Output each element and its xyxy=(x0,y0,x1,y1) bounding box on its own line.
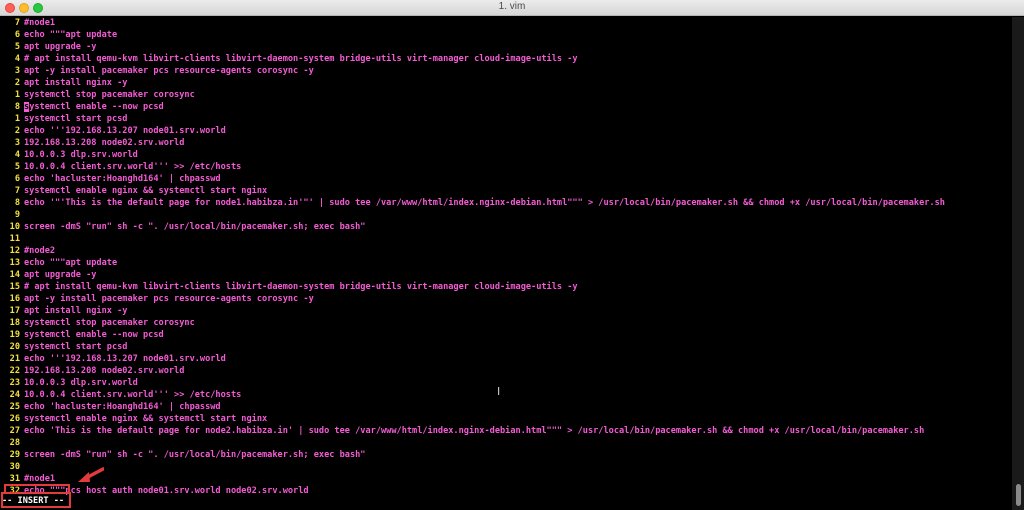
line-number: 25 xyxy=(9,402,20,412)
line-number: 2 xyxy=(14,126,20,136)
line-text[interactable]: # apt install qemu-kvm libvirt-clients l… xyxy=(24,281,578,293)
line-number: 6 xyxy=(14,174,20,184)
line-number: 8 xyxy=(14,102,20,112)
insert-mode-highlight-box xyxy=(1,492,71,508)
line-number: 15 xyxy=(9,282,20,292)
line-text[interactable]: systemctl enable nginx && systemctl star… xyxy=(24,413,267,425)
line-text[interactable]: screen -dmS "run" sh -c ". /usr/local/bi… xyxy=(24,449,365,461)
line-text[interactable]: apt install nginx -y xyxy=(24,77,127,89)
line-text[interactable]: systemctl start pcsd xyxy=(24,341,127,353)
line-text[interactable]: systemctl enable --now pcsd xyxy=(24,101,164,113)
line-text[interactable]: apt install nginx -y xyxy=(24,305,127,317)
line-text[interactable]: echo """apt update xyxy=(24,29,117,41)
line-number: 22 xyxy=(9,366,20,376)
line-text[interactable]: # apt install qemu-kvm libvirt-clients l… xyxy=(24,53,578,65)
line-text[interactable]: apt upgrade -y xyxy=(24,269,96,281)
line-text[interactable]: systemctl enable --now pcsd xyxy=(24,329,164,341)
scrollbar-thumb[interactable] xyxy=(1016,484,1021,506)
line-number: 13 xyxy=(9,258,20,268)
title-bar[interactable]: 1. vim xyxy=(0,0,1024,16)
line-number: 11 xyxy=(9,234,20,244)
line-number: 1 xyxy=(14,90,20,100)
line-number: 20 xyxy=(9,342,20,352)
line-number: 10 xyxy=(9,222,20,232)
line-number: 17 xyxy=(9,306,20,316)
line-text[interactable]: echo """apt update xyxy=(24,257,117,269)
window-title: 1. vim xyxy=(498,1,526,12)
line-text[interactable]: echo '''192.168.13.207 node01.srv.world xyxy=(24,353,226,365)
line-number: 3 xyxy=(14,138,20,148)
line-text[interactable]: screen -dmS "run" sh -c ". /usr/local/bi… xyxy=(24,221,365,233)
line-number: 19 xyxy=(9,330,20,340)
line-number: 24 xyxy=(9,390,20,400)
line-number: 7 xyxy=(14,18,20,28)
line-number: 23 xyxy=(9,378,20,388)
line-text[interactable]: apt upgrade -y xyxy=(24,41,96,53)
line-text[interactable]: systemctl start pcsd xyxy=(24,113,127,125)
line-number: 26 xyxy=(9,414,20,424)
line-text[interactable]: echo '''192.168.13.207 node01.srv.world xyxy=(24,125,226,137)
line-text[interactable]: apt -y install pacemaker pcs resource-ag… xyxy=(24,65,314,77)
line-number: 27 xyxy=(9,426,20,436)
line-number: 7 xyxy=(14,186,20,196)
line-number: 28 xyxy=(9,438,20,448)
line-text[interactable]: echo '"'This is the default page for nod… xyxy=(24,197,945,209)
line-number: 2 xyxy=(14,78,20,88)
line-text[interactable]: apt -y install pacemaker pcs resource-ag… xyxy=(24,293,314,305)
line-number: 6 xyxy=(14,30,20,40)
line-number: 9 xyxy=(14,210,20,220)
line-number: 12 xyxy=(9,246,20,256)
line-text[interactable]: echo 'hacluster:Hoanghd164' | chpasswd xyxy=(24,401,221,413)
line-number: 8 xyxy=(14,198,20,208)
line-text[interactable]: #node1 xyxy=(24,17,55,29)
line-number: 29 xyxy=(9,450,20,460)
line-text[interactable]: 192.168.13.208 node02.srv.world xyxy=(24,365,184,377)
line-number: 5 xyxy=(14,162,20,172)
line-text[interactable]: systemctl stop pacemaker corosync xyxy=(24,89,195,101)
line-text[interactable]: 192.168.13.208 node02.srv.world xyxy=(24,137,184,149)
line-text[interactable]: echo 'This is the default page for node2… xyxy=(24,425,924,437)
line-text[interactable]: 10.0.0.4 client.srv.world''' >> /etc/hos… xyxy=(24,389,241,401)
line-number: 4 xyxy=(14,150,20,160)
red-arrow-icon xyxy=(78,467,104,482)
line-text[interactable]: systemctl stop pacemaker corosync xyxy=(24,317,195,329)
line-number: 18 xyxy=(9,318,20,328)
line-number: 1 xyxy=(14,114,20,124)
terminal-window: 1. vim 7 #node1 6 echo """apt update 5 apt up… xyxy=(0,0,1024,510)
line-number: 16 xyxy=(9,294,20,304)
line-number: 21 xyxy=(9,354,20,364)
line-text[interactable]: 10.0.0.4 client.srv.world''' >> /etc/hos… xyxy=(24,161,241,173)
echo-highlight-box xyxy=(4,484,70,493)
line-text[interactable]: systemctl enable nginx && systemctl star… xyxy=(24,185,267,197)
ibeam-cursor-icon: I xyxy=(497,385,501,398)
line-number: 4 xyxy=(14,54,20,64)
line-number: 30 xyxy=(9,462,20,472)
line-number: 14 xyxy=(9,270,20,280)
line-text[interactable]: 10.0.0.3 dlp.srv.world xyxy=(24,149,138,161)
line-number: 5 xyxy=(14,42,20,52)
line-text[interactable]: echo 'hacluster:Hoanghd164' | chpasswd xyxy=(24,173,221,185)
line-text-rest: ystemctl enable --now pcsd xyxy=(29,102,164,112)
line-text[interactable]: 10.0.0.3 dlp.srv.world xyxy=(24,377,138,389)
line-text[interactable]: #node2 xyxy=(24,245,55,257)
vim-editor[interactable]: 7 #node1 6 echo """apt update 5 apt upgrade -… xyxy=(0,17,1012,510)
line-number: 3 xyxy=(14,66,20,76)
scrollbar[interactable] xyxy=(1012,17,1024,510)
